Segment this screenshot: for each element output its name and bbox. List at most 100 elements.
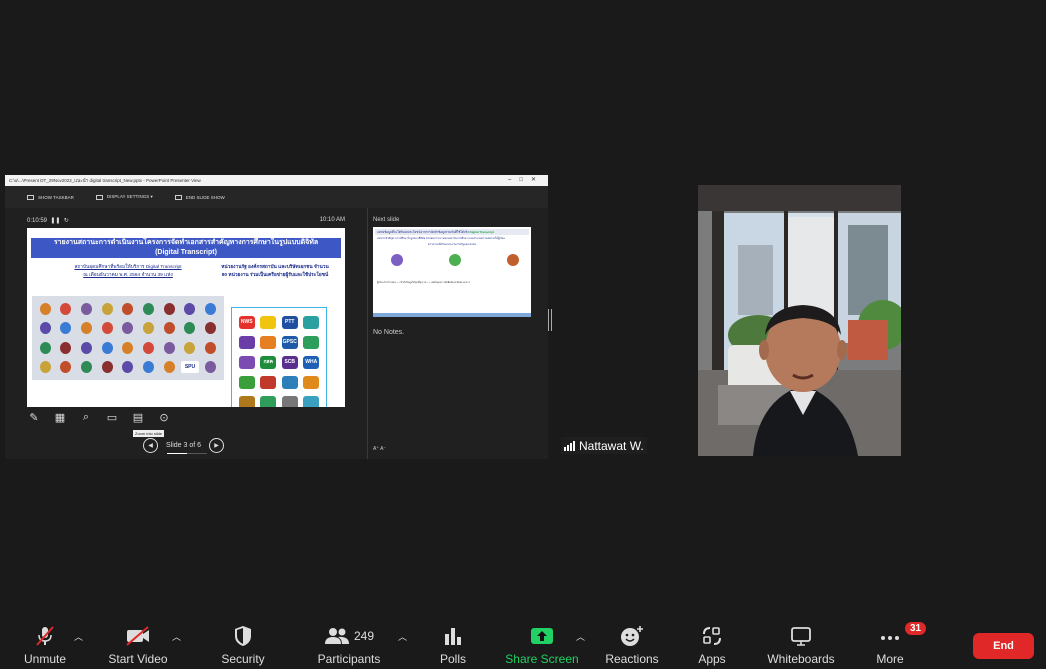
partner-logo-icon — [281, 396, 298, 407]
video-frame — [698, 185, 901, 456]
university-logo-icon — [101, 322, 113, 335]
font-size-buttons: A⁺ A⁻ — [373, 446, 387, 452]
university-logo-icon — [39, 361, 51, 374]
university-logo-icon — [81, 361, 93, 374]
audio-options-caret[interactable]: ︿ — [74, 630, 83, 643]
next-slide-footer — [373, 313, 531, 317]
university-logo-icon — [39, 302, 51, 315]
pointer-icon: ▭ — [106, 412, 118, 424]
ppt-current-pane: 0:10:59 ❚❚ ↻ 10:10 AM รายงานสถานะการดำเน… — [5, 208, 367, 459]
partner-logo-icon: SCB — [281, 355, 298, 369]
zoom-meeting-window: C:\u\...\Present DT_29Nov2022_แนะนำ digi… — [0, 0, 1046, 669]
speaker-notes: No Notes. — [373, 329, 405, 336]
next-slide-icon: ▶ — [209, 438, 225, 453]
partner-logo-icon — [260, 396, 277, 407]
slide-navigation: ◀ Slide 3 of 6 ▶ — [143, 438, 225, 453]
next-slide-preview: แหล่งข้อมูลที่จะได้รับผลประโยชน์จากการจั… — [373, 227, 531, 317]
ppt-clock: 10:10 AM — [319, 217, 345, 223]
university-logo-icon — [122, 302, 134, 315]
university-logo-icon — [60, 322, 72, 335]
university-logo-icon — [60, 341, 72, 354]
partner-logos-grid: NWS PTT GPSC กสค SCB WHA — [231, 307, 327, 407]
share-screen-icon — [529, 624, 555, 648]
university-logo-icon — [122, 341, 134, 354]
shield-icon — [232, 624, 254, 648]
partner-logo-icon: NWS — [238, 315, 255, 329]
display-settings-button: DISPLAY SETTINGS ▾ — [95, 194, 153, 200]
university-logo-icon — [184, 322, 196, 335]
participants-icon: 249 — [324, 624, 374, 648]
university-logo-icon — [184, 341, 196, 354]
university-logo-icon — [163, 361, 175, 374]
pen-icon: ✎ — [29, 412, 39, 424]
partner-logo-icon — [260, 335, 277, 349]
slide-progress-fill — [167, 453, 187, 454]
reactions-button[interactable]: Reactions — [587, 624, 677, 666]
slide-progress — [167, 453, 207, 454]
whiteboards-button[interactable]: Whiteboards — [756, 624, 846, 666]
university-logo-icon — [163, 322, 175, 335]
logo-icon — [507, 254, 519, 266]
partner-logo-icon — [303, 376, 320, 390]
university-logo-icon — [60, 302, 72, 315]
tooltip: Zoom into slide — [133, 430, 165, 437]
participants-count: 249 — [353, 629, 375, 643]
muted-mic-icon — [33, 624, 57, 648]
polls-icon — [442, 624, 464, 648]
more-options-icon: ⊙ — [159, 412, 169, 424]
next-slide-logos — [391, 254, 519, 266]
logo-icon — [391, 254, 403, 266]
taskbar-icon — [27, 194, 34, 200]
display-icon — [95, 194, 103, 200]
start-video-button[interactable]: Start Video — [93, 624, 183, 666]
university-logo-icon — [122, 322, 134, 335]
see-all-slides-icon: ▦ — [54, 412, 66, 424]
reactions-label: Reactions — [605, 652, 659, 666]
show-taskbar-button: SHOW TASKBAR — [27, 194, 74, 200]
end-show-icon — [174, 194, 182, 200]
share-screen-button[interactable]: Share Screen — [497, 624, 587, 666]
partner-logo-icon: GPSC — [281, 335, 298, 349]
university-logo-icon — [143, 341, 155, 354]
end-slide-show-button: END SLIDE SHOW — [174, 194, 225, 200]
apps-icon — [700, 624, 724, 648]
participants-options-caret[interactable]: ︿ — [398, 630, 407, 643]
meeting-controls-bar: Unmute ︿ Start Video ︿ Security 249 Part… — [0, 616, 1046, 669]
university-logo-icon — [205, 361, 217, 374]
participant-video[interactable] — [698, 185, 901, 456]
ppt-titlebar: C:\u\...\Present DT_29Nov2022_แนะนำ digi… — [5, 175, 548, 186]
spu-logo: SPU — [180, 361, 199, 374]
university-logos-grid: SPU — [32, 296, 224, 380]
slide-title: รายงานสถานะการดำเนินงานโครงการจัดทำเอกสา… — [31, 238, 341, 258]
next-slide-label: Next slide — [373, 217, 400, 223]
shared-screen: C:\u\...\Present DT_29Nov2022_แนะนำ digi… — [5, 175, 548, 459]
share-options-caret[interactable]: ︿ — [576, 630, 585, 643]
university-logo-icon — [205, 302, 217, 315]
more-notification-badge: 31 — [905, 622, 927, 635]
partner-logo-icon — [238, 376, 255, 390]
university-logo-icon — [143, 361, 155, 374]
university-logo-icon — [205, 322, 217, 335]
ppt-toolbar: SHOW TASKBAR DISPLAY SETTINGS ▾ END SLID… — [5, 186, 548, 208]
security-button[interactable]: Security — [198, 624, 288, 666]
apps-label: Apps — [698, 652, 726, 666]
partner-logo-icon: WHA — [303, 355, 320, 369]
slide-left-caption: สถาบันอุดมศึกษาที่พร้อมให้บริการ Digital… — [74, 265, 182, 278]
window-controls: –□✕ — [508, 177, 544, 183]
more-label: More — [876, 652, 904, 666]
end-meeting-button[interactable]: End — [973, 633, 1034, 659]
apps-button[interactable]: Apps — [667, 624, 757, 666]
start-video-label: Start Video — [108, 652, 168, 666]
next-slide-text: เอกสารสำคัญทางการศึกษาในรูปแบบดิจิทัล ช่… — [377, 237, 506, 246]
video-options-caret[interactable]: ︿ — [172, 630, 181, 643]
university-logo-icon — [122, 361, 134, 374]
polls-button[interactable]: Polls — [408, 624, 498, 666]
security-label: Security — [221, 652, 265, 666]
polls-label: Polls — [439, 652, 466, 666]
split-resize-handle[interactable] — [548, 309, 552, 331]
partner-logo-icon — [303, 335, 320, 349]
participants-button[interactable]: 249 Participants — [304, 624, 394, 666]
partner-logo-icon — [303, 396, 320, 407]
reactions-icon — [619, 624, 645, 648]
partner-logo-icon — [238, 396, 255, 407]
